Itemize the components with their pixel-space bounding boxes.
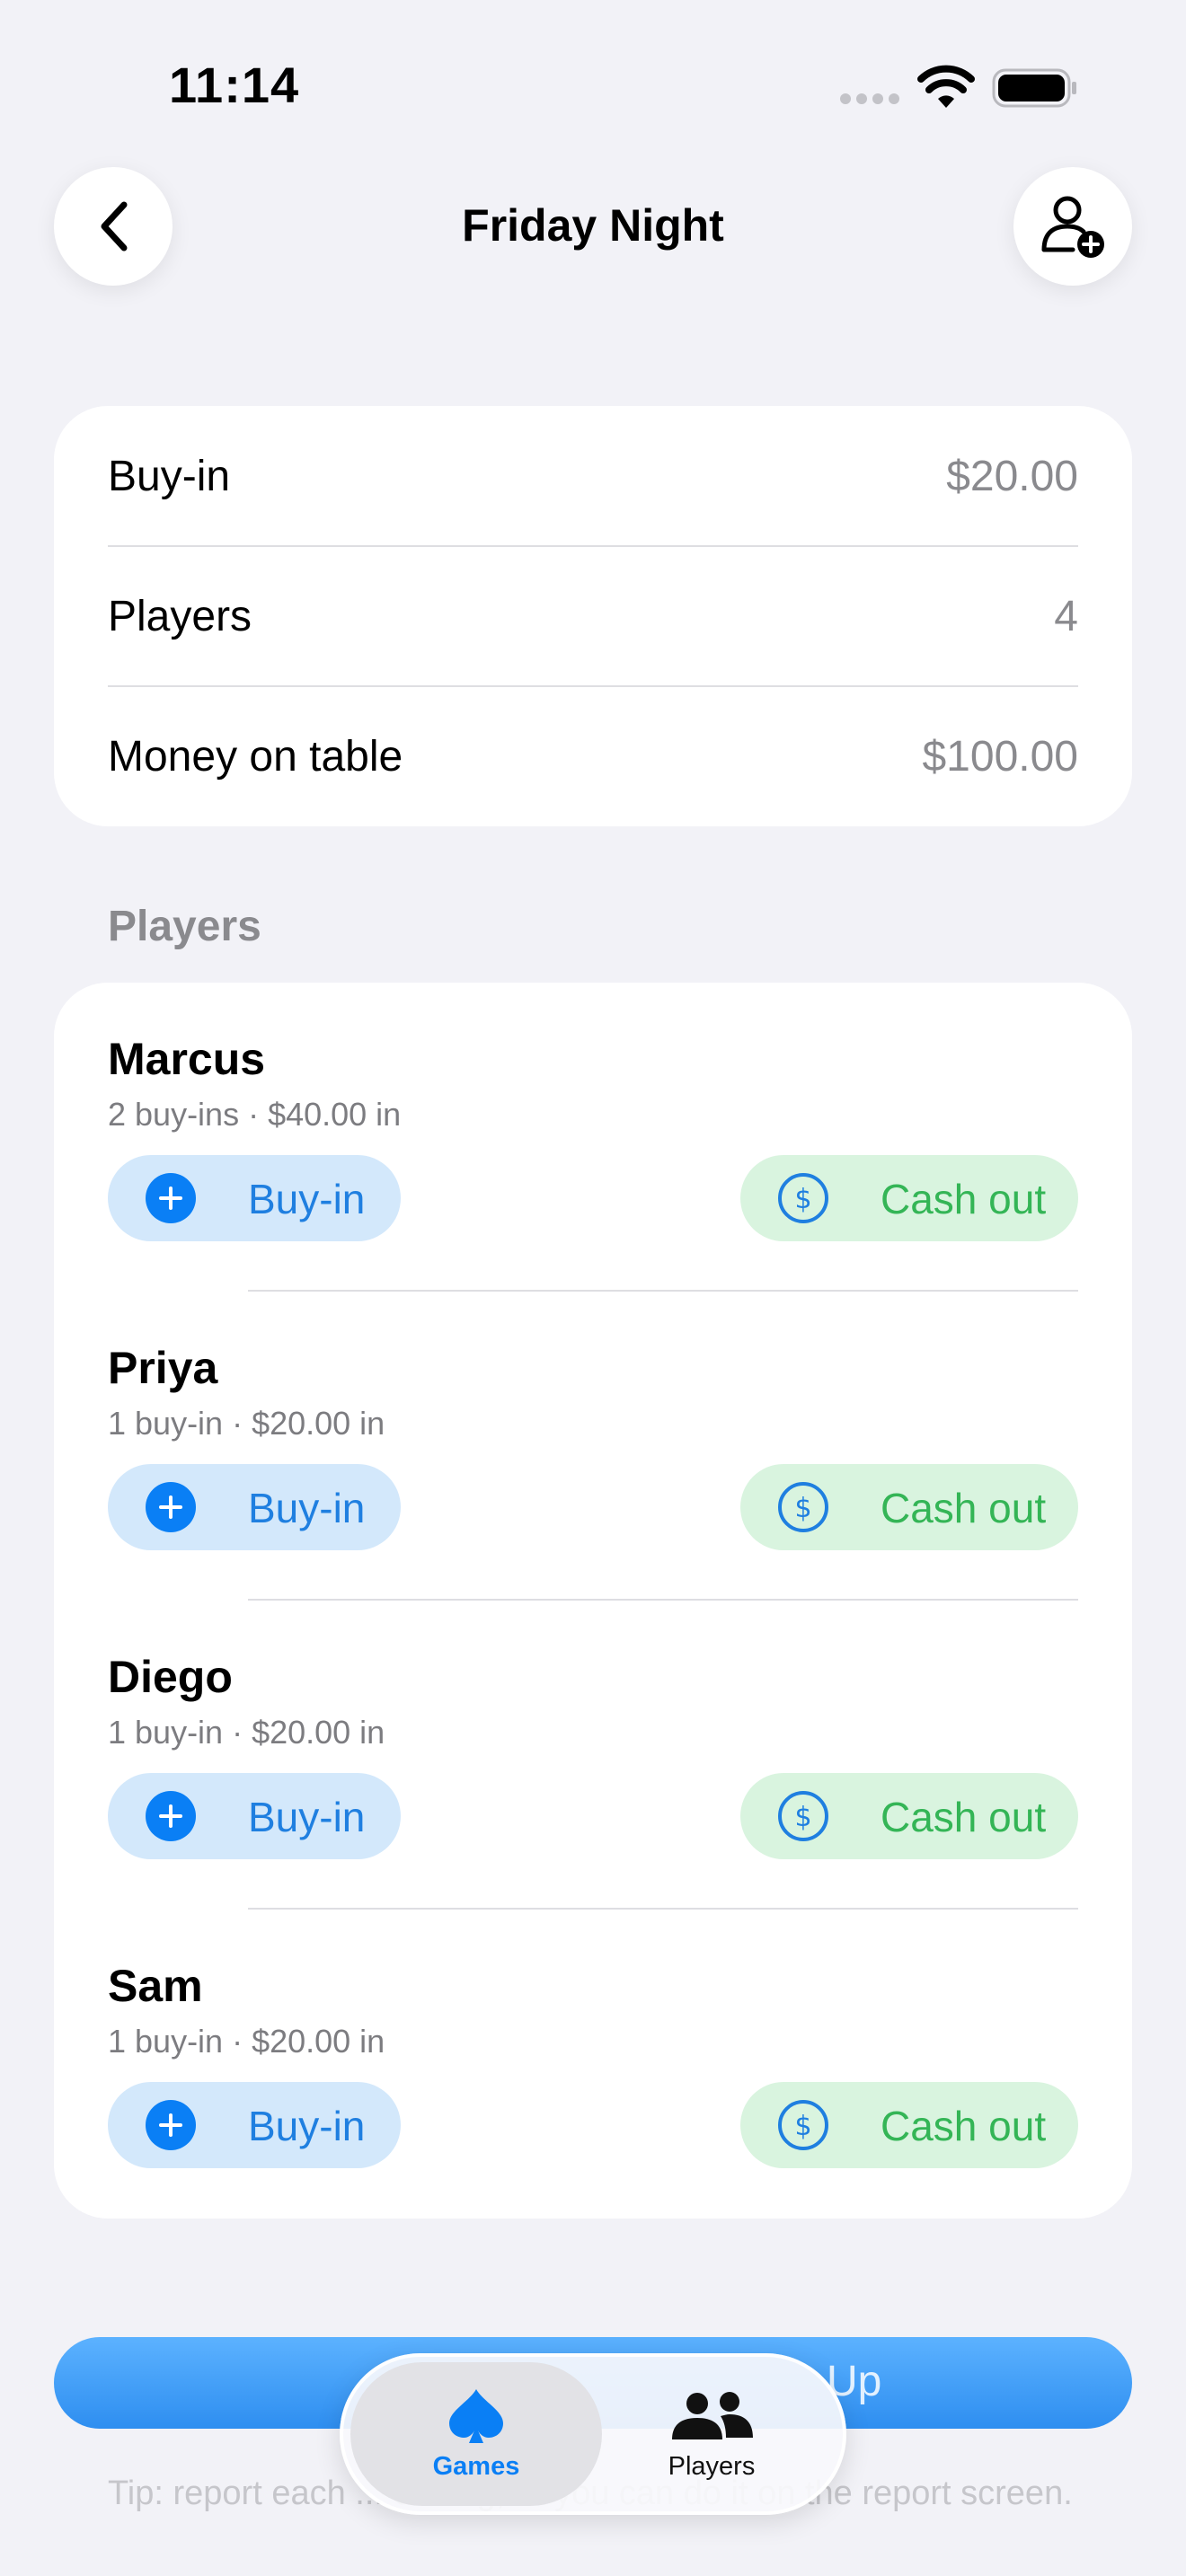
player-row: Marcus 2 buy-ins · $40.00 in Buy-in $ Ca… xyxy=(108,983,1078,1261)
summary-label: Buy-in xyxy=(108,452,231,500)
cashout-button[interactable]: $ Cash out xyxy=(740,2082,1078,2168)
buyin-label: Buy-in xyxy=(248,1176,366,1222)
player-row: Sam 1 buy-in · $20.00 in Buy-in $ Cash o… xyxy=(108,1910,1078,2188)
cashout-label: Cash out xyxy=(881,1485,1047,1531)
summary-label: Money on table xyxy=(108,732,403,781)
tab-games[interactable]: Games xyxy=(350,2362,602,2506)
buyin-label: Buy-in xyxy=(248,2103,366,2149)
cashout-label: Cash out xyxy=(881,1794,1047,1840)
people-icon xyxy=(672,2391,753,2439)
summary-value: $20.00 xyxy=(946,452,1078,500)
battery-icon xyxy=(992,68,1076,108)
buyin-button[interactable]: Buy-in xyxy=(108,1464,401,1550)
wifi-icon xyxy=(917,65,975,108)
dollar-icon: $ xyxy=(778,2100,828,2150)
player-row: Diego 1 buy-in · $20.00 in Buy-in $ Cash… xyxy=(108,1601,1078,1879)
summary-row-money: Money on table $100.00 xyxy=(108,686,1078,826)
svg-text:$: $ xyxy=(794,1493,811,1524)
dollar-icon: $ xyxy=(778,1173,828,1223)
summary-label: Players xyxy=(108,592,252,640)
player-row: Priya 1 buy-in · $20.00 in Buy-in $ Cash… xyxy=(108,1292,1078,1570)
buyin-button[interactable]: Buy-in xyxy=(108,1773,401,1859)
players-card: Marcus 2 buy-ins · $40.00 in Buy-in $ Ca… xyxy=(54,983,1132,2219)
dollar-icon: $ xyxy=(778,1791,828,1841)
add-person-icon xyxy=(1041,196,1104,258)
svg-text:$: $ xyxy=(794,1802,811,1833)
player-name: Priya xyxy=(108,1343,218,1393)
cellular-icon xyxy=(840,93,899,104)
players-section-header: Players xyxy=(108,903,261,950)
plus-icon xyxy=(146,1173,196,1223)
cashout-label: Cash out xyxy=(881,2103,1047,2149)
plus-icon xyxy=(146,2100,196,2150)
buyin-button[interactable]: Buy-in xyxy=(108,1155,401,1241)
spade-icon xyxy=(449,2388,503,2443)
summary-row-buyin: Buy-in $20.00 xyxy=(108,406,1078,546)
cashout-button[interactable]: $ Cash out xyxy=(740,1464,1078,1550)
game-summary-card: Buy-in $20.00 Players 4 Money on table $… xyxy=(54,406,1132,826)
cashout-label: Cash out xyxy=(881,1176,1047,1222)
player-detail: 1 buy-in · $20.00 in xyxy=(108,1405,385,1442)
summary-row-players: Players 4 xyxy=(108,546,1078,686)
buyin-label: Buy-in xyxy=(248,1794,366,1840)
status-bar: 11:14 xyxy=(0,0,1186,180)
svg-text:$: $ xyxy=(794,1184,811,1215)
plus-icon xyxy=(146,1482,196,1532)
player-name: Marcus xyxy=(108,1034,266,1084)
tab-label: Players xyxy=(668,2451,756,2481)
player-name: Sam xyxy=(108,1961,203,2011)
player-detail: 1 buy-in · $20.00 in xyxy=(108,2023,385,2060)
buyin-button[interactable]: Buy-in xyxy=(108,2082,401,2168)
svg-text:$: $ xyxy=(794,2111,811,2142)
summary-value: 4 xyxy=(1054,592,1078,640)
add-player-button[interactable] xyxy=(1013,167,1132,286)
plus-icon xyxy=(146,1791,196,1841)
player-name: Diego xyxy=(108,1652,233,1702)
tab-label: Games xyxy=(432,2451,520,2481)
player-detail: 1 buy-in · $20.00 in xyxy=(108,1714,385,1751)
buyin-label: Buy-in xyxy=(248,1485,366,1531)
dollar-icon: $ xyxy=(778,1482,828,1532)
page-title: Friday Night xyxy=(462,200,724,251)
status-time: 11:14 xyxy=(169,57,300,113)
cashout-button[interactable]: $ Cash out xyxy=(740,1773,1078,1859)
tab-players[interactable]: Players xyxy=(586,2362,837,2506)
tab-bar: Games Players xyxy=(340,2353,846,2515)
cashout-button[interactable]: $ Cash out xyxy=(740,1155,1078,1241)
player-detail: 2 buy-ins · $40.00 in xyxy=(108,1096,402,1133)
summary-value: $100.00 xyxy=(922,732,1078,781)
